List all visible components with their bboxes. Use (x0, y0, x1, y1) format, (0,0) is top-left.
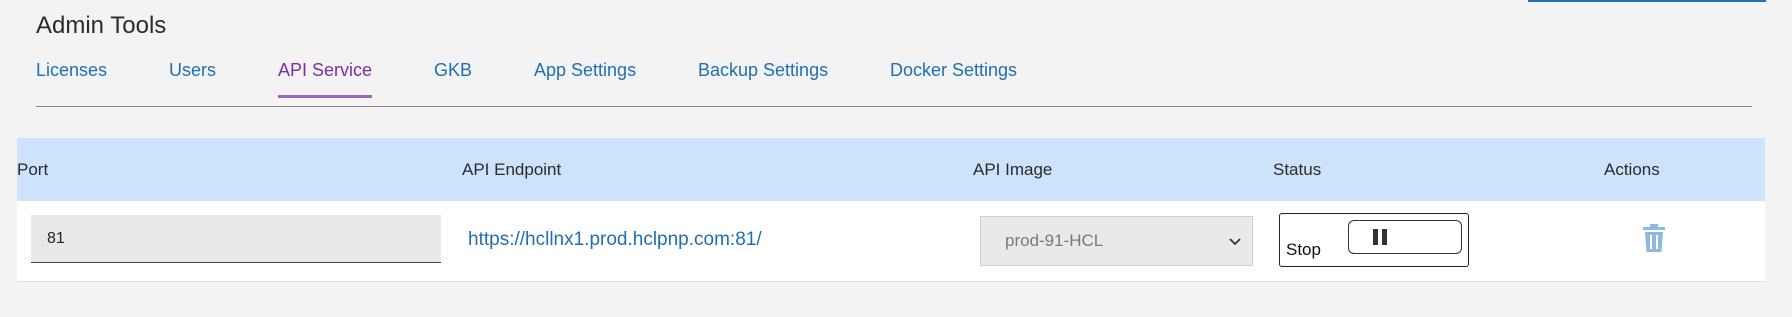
chevron-down-icon (1229, 238, 1241, 246)
api-endpoint-link[interactable]: https://hcllnx1.prod.hclpnp.com:81/ (468, 229, 762, 251)
tab-docker-settings[interactable]: Docker Settings (890, 60, 1017, 95)
column-header-status: Status (1273, 160, 1322, 179)
tab-backup-settings[interactable]: Backup Settings (698, 60, 828, 95)
api-image-selected-value: prod-91-HCL (1005, 231, 1104, 250)
tab-api-service[interactable]: API Service (278, 60, 373, 98)
tab-app-settings[interactable]: App Settings (534, 60, 636, 95)
page-title: Admin Tools (36, 12, 167, 39)
column-header-port: Port (17, 160, 49, 179)
api-service-table: Port API Endpoint API Image Status Actio… (17, 138, 1765, 282)
admin-tabs: Licenses Users API Service GKB App Setti… (36, 56, 1752, 107)
column-header-actions: Actions (1604, 160, 1660, 179)
column-header-api-endpoint: API Endpoint (462, 160, 562, 179)
status-label: Stop (1286, 240, 1321, 259)
trash-icon[interactable] (1642, 223, 1666, 253)
top-accent-bar (1528, 0, 1766, 2)
port-input[interactable] (31, 215, 441, 263)
pause-button[interactable] (1348, 220, 1462, 254)
tab-licenses[interactable]: Licenses (36, 60, 107, 95)
tab-gkb[interactable]: GKB (434, 60, 472, 95)
table-header: Port API Endpoint API Image Status Actio… (17, 138, 1765, 201)
column-header-api-image: API Image (973, 160, 1053, 179)
status-control: Stop (1279, 213, 1469, 267)
api-image-select[interactable]: prod-91-HCL (980, 216, 1253, 266)
tab-users[interactable]: Users (169, 60, 216, 95)
table-row: https://hcllnx1.prod.hclpnp.com:81/ prod… (17, 201, 1765, 282)
